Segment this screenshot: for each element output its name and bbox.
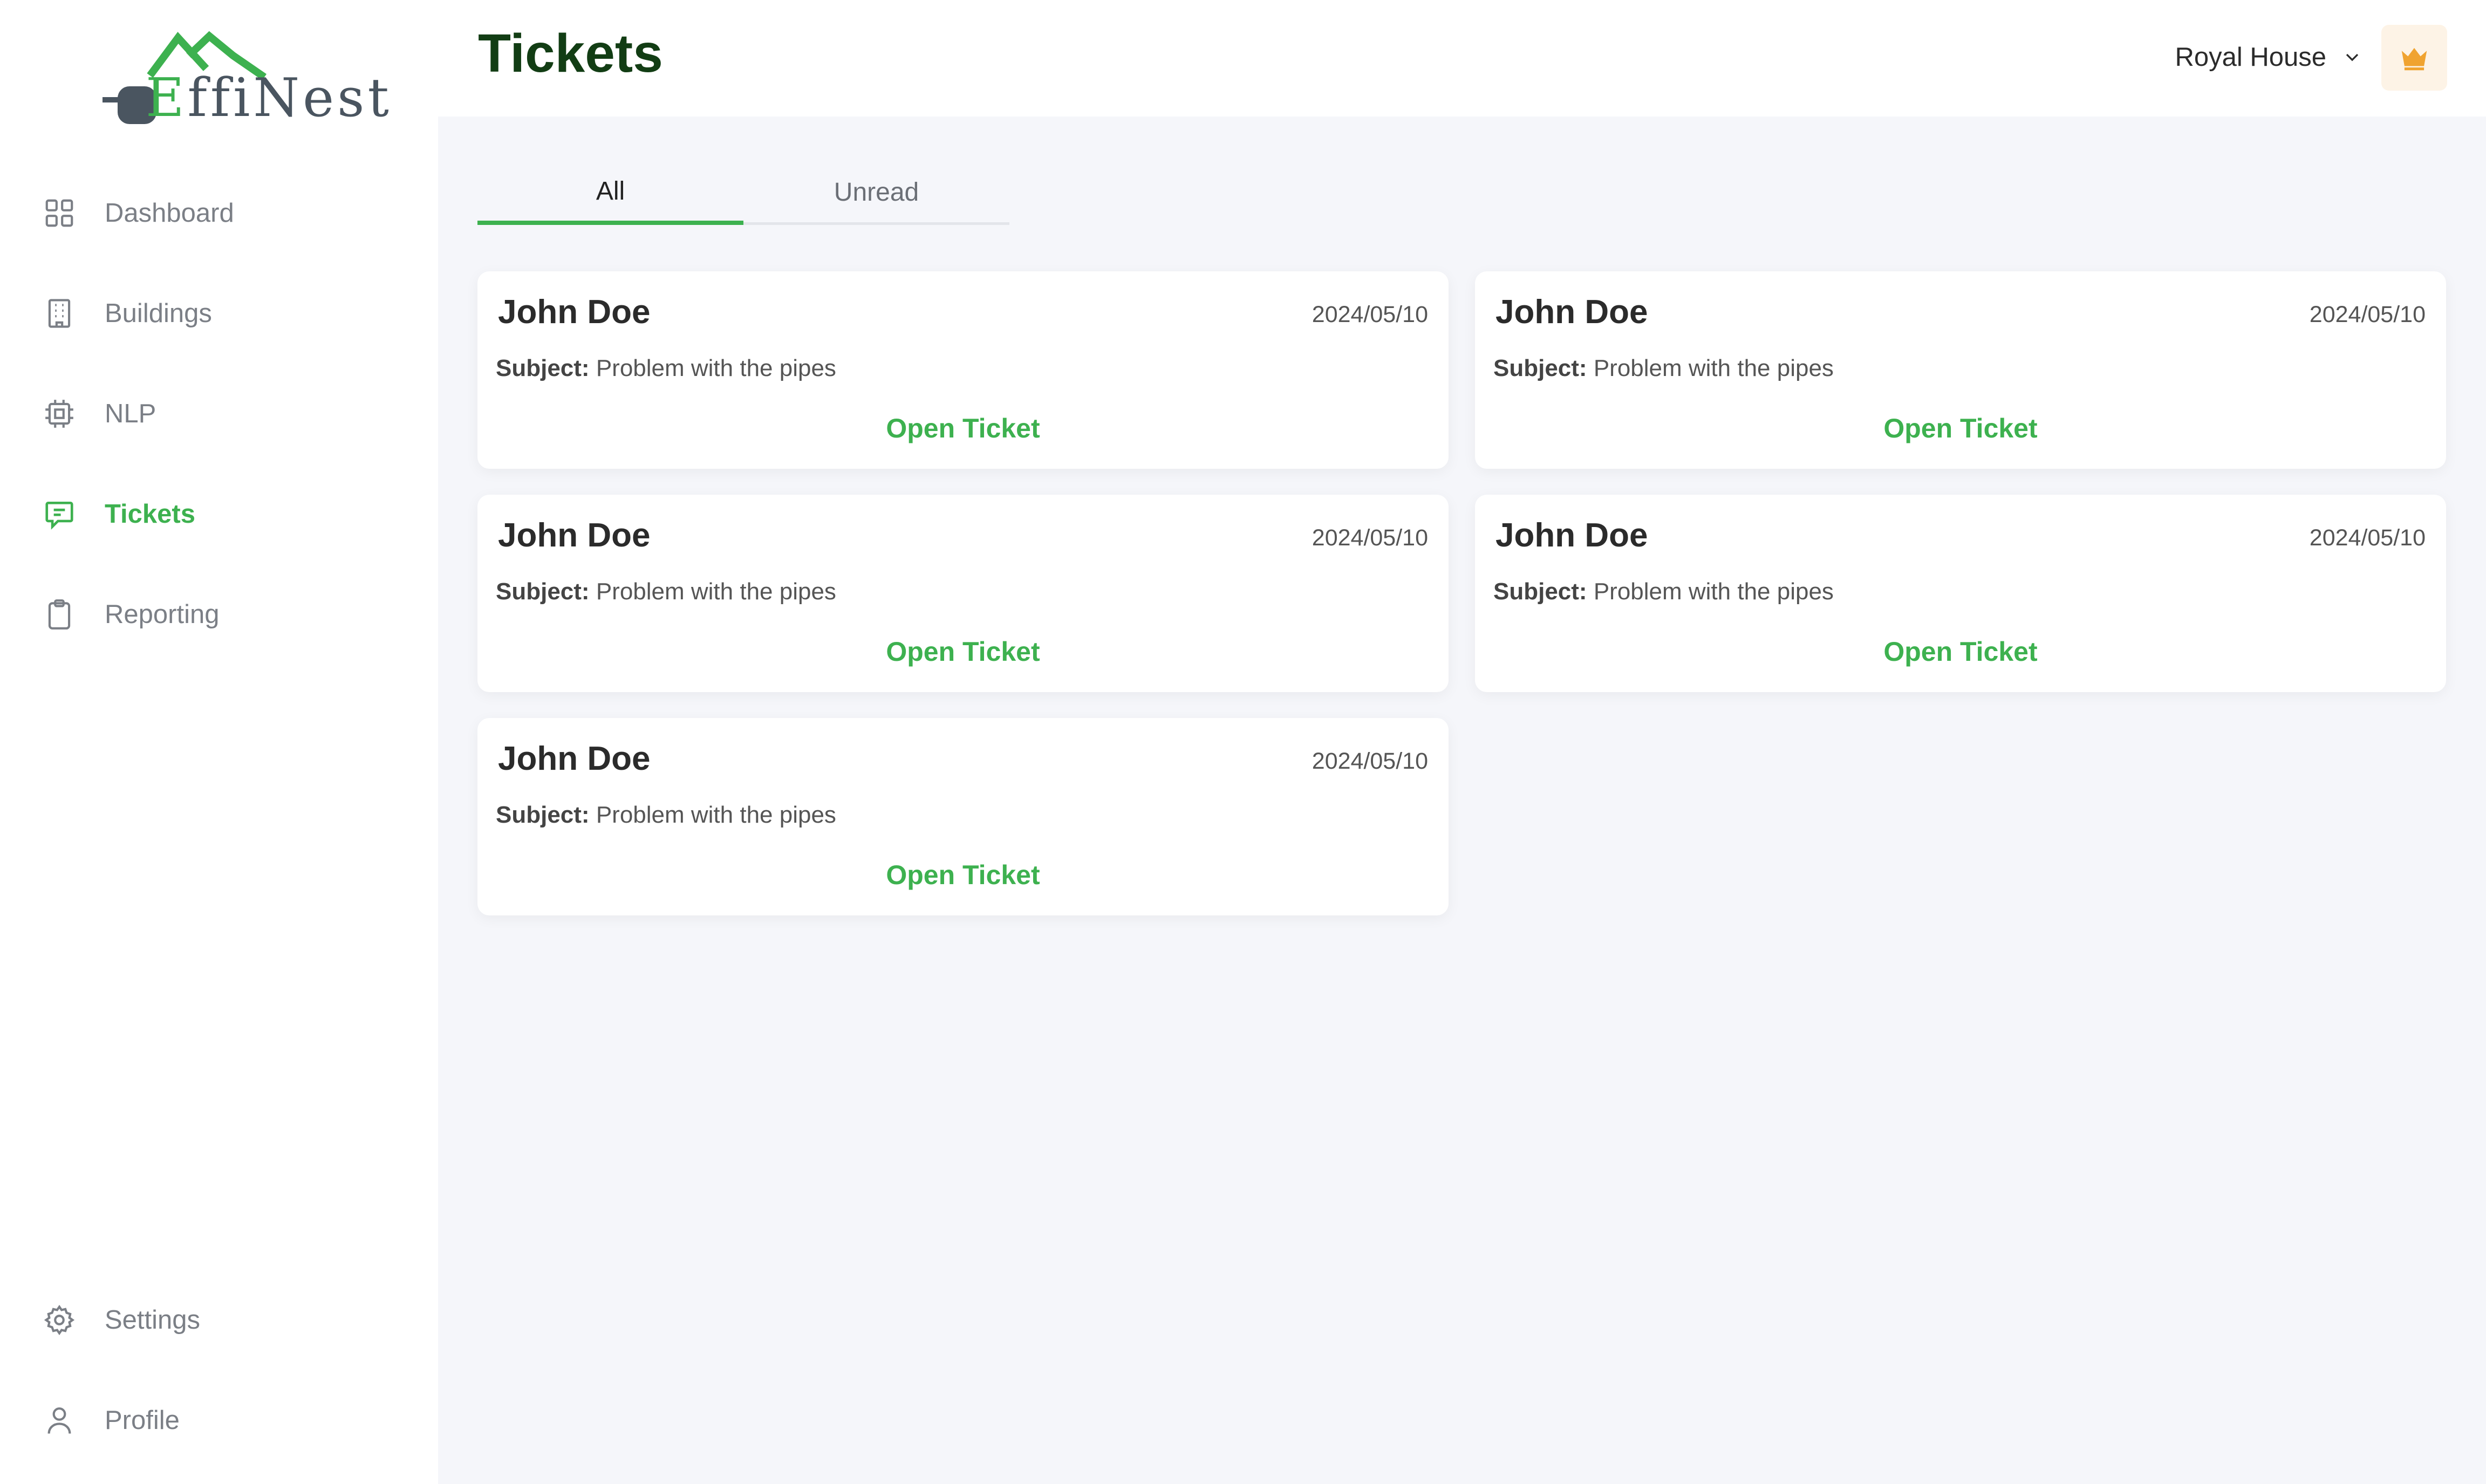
open-ticket-button[interactable]: Open Ticket — [477, 859, 1449, 891]
ticket-date: 2024/05/10 — [2309, 302, 2426, 327]
logo-letter-e: E — [146, 67, 188, 129]
ticket-date: 2024/05/10 — [2309, 525, 2426, 551]
subject-text: Problem with the pipes — [1593, 578, 1834, 605]
sidebar-item-nlp[interactable]: NLP — [42, 384, 156, 443]
ticket-date: 2024/05/10 — [1312, 525, 1428, 551]
subject-label: Subject: — [1493, 578, 1587, 605]
message-icon — [42, 497, 77, 531]
ticket-sender-name: John Doe — [498, 740, 651, 777]
sidebar-item-settings[interactable]: Settings — [42, 1290, 200, 1350]
ticket-subject: Subject: Problem with the pipes — [496, 355, 836, 382]
ticket-sender-name: John Doe — [498, 517, 651, 554]
open-ticket-button[interactable]: Open Ticket — [477, 636, 1449, 667]
ticket-subject: Subject: Problem with the pipes — [496, 578, 836, 605]
subject-text: Problem with the pipes — [1593, 355, 1834, 381]
sidebar-item-label: Buildings — [105, 299, 212, 328]
org-selector-dropdown[interactable]: Royal House — [2175, 38, 2363, 77]
gear-icon — [42, 1303, 77, 1337]
logo-text: EffiNest — [146, 67, 392, 129]
top-bar: Tickets Royal House — [438, 0, 2486, 117]
sidebar-item-label: Reporting — [105, 600, 220, 629]
subject-text: Problem with the pipes — [596, 802, 836, 828]
ticket-card: John Doe 2024/05/10 Subject: Problem wit… — [1475, 495, 2446, 692]
sidebar-item-dashboard[interactable]: Dashboard — [42, 183, 234, 243]
ticket-date: 2024/05/10 — [1312, 302, 1428, 327]
sidebar-item-tickets[interactable]: Tickets — [42, 484, 195, 544]
sidebar-item-label: Profile — [105, 1406, 180, 1435]
ticket-filter-tabs: All Unread — [477, 162, 1009, 225]
ticket-card: John Doe 2024/05/10 Subject: Problem wit… — [477, 271, 1449, 469]
sidebar-item-label: Settings — [105, 1305, 201, 1335]
building-icon — [42, 296, 77, 331]
subject-text: Problem with the pipes — [596, 578, 836, 605]
sidebar-item-reporting[interactable]: Reporting — [42, 585, 219, 644]
subject-label: Subject: — [1493, 355, 1587, 381]
user-icon — [42, 1403, 77, 1438]
grid-icon — [42, 196, 77, 230]
sidebar-item-buildings[interactable]: Buildings — [42, 284, 212, 343]
ticket-sender-name: John Doe — [498, 293, 651, 331]
page-title: Tickets — [478, 23, 663, 84]
open-ticket-button[interactable]: Open Ticket — [1475, 413, 2446, 444]
chip-icon — [42, 396, 77, 431]
premium-button[interactable] — [2381, 25, 2447, 91]
ticket-card: John Doe 2024/05/10 Subject: Problem wit… — [1475, 271, 2446, 469]
ticket-sender-name: John Doe — [1495, 517, 1648, 554]
clipboard-icon — [42, 597, 77, 632]
logo-letters: ffiNest — [187, 67, 392, 129]
crown-icon — [2401, 47, 2427, 71]
subject-label: Subject: — [496, 802, 590, 828]
subject-label: Subject: — [496, 355, 590, 381]
tab-unread[interactable]: Unread — [743, 162, 1009, 222]
effinest-logo[interactable]: EffiNest — [92, 30, 389, 132]
subject-label: Subject: — [496, 578, 590, 605]
ticket-subject: Subject: Problem with the pipes — [1493, 355, 1834, 382]
subject-text: Problem with the pipes — [596, 355, 836, 381]
sidebar-item-label: NLP — [105, 399, 156, 428]
tab-all[interactable]: All — [477, 162, 743, 225]
open-ticket-button[interactable]: Open Ticket — [1475, 636, 2446, 667]
open-ticket-button[interactable]: Open Ticket — [477, 413, 1449, 444]
sidebar-item-profile[interactable]: Profile — [42, 1391, 180, 1450]
org-selector-label: Royal House — [2175, 43, 2326, 72]
ticket-date: 2024/05/10 — [1312, 748, 1428, 774]
sidebar-item-label: Dashboard — [105, 199, 234, 228]
ticket-subject: Subject: Problem with the pipes — [1493, 578, 1834, 605]
ticket-card: John Doe 2024/05/10 Subject: Problem wit… — [477, 495, 1449, 692]
sidebar: EffiNest Dashboard Buildings NLP Tickets… — [0, 0, 438, 1484]
ticket-subject: Subject: Problem with the pipes — [496, 802, 836, 829]
ticket-sender-name: John Doe — [1495, 293, 1648, 331]
sidebar-item-label: Tickets — [105, 500, 195, 529]
ticket-card: John Doe 2024/05/10 Subject: Problem wit… — [477, 718, 1449, 915]
chevron-down-icon — [2346, 53, 2359, 61]
